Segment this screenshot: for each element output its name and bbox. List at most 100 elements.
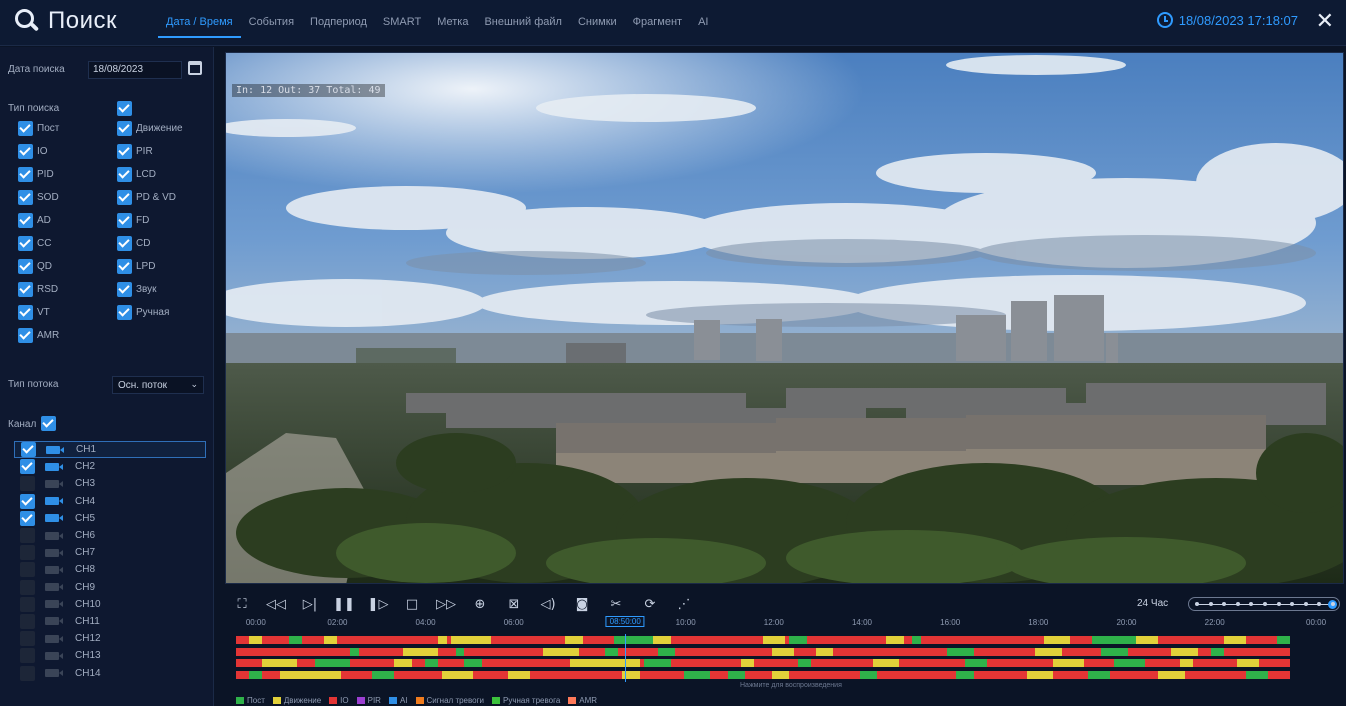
- checkbox[interactable]: [117, 236, 132, 251]
- checkbox[interactable]: [18, 259, 33, 274]
- pause-icon[interactable]: ❚❚: [327, 592, 361, 616]
- channel-checkbox[interactable]: [20, 459, 35, 475]
- tab-4[interactable]: SMART: [375, 10, 429, 38]
- checkbox[interactable]: [117, 121, 132, 136]
- close-icon[interactable]: ✕: [1316, 10, 1334, 32]
- timeline-zoom-slider[interactable]: [1188, 597, 1340, 611]
- channel-checkbox[interactable]: [21, 442, 36, 458]
- checkbox[interactable]: [117, 167, 132, 182]
- volume-icon[interactable]: ◁): [531, 592, 565, 616]
- search-type-item[interactable]: Движение: [117, 121, 183, 136]
- stream-type-select[interactable]: Осн. поток ⌄: [112, 376, 204, 394]
- tab-1[interactable]: Дата / Время: [158, 10, 241, 38]
- timeline-track[interactable]: [236, 647, 1290, 656]
- channel-checkbox[interactable]: [20, 665, 35, 681]
- search-date-input[interactable]: 18/08/2023: [88, 61, 182, 79]
- search-type-item[interactable]: LCD: [117, 167, 156, 182]
- fast-forward-icon[interactable]: ▷▷: [429, 592, 463, 616]
- channel-checkbox[interactable]: [20, 648, 35, 664]
- tab-6[interactable]: Внешний файл: [476, 10, 570, 38]
- channel-checkbox[interactable]: [20, 545, 35, 561]
- checkbox[interactable]: [18, 144, 33, 159]
- zoom-icon[interactable]: ⊕: [463, 592, 497, 616]
- channel-row[interactable]: CH4: [14, 493, 206, 510]
- channel-row[interactable]: CH10: [14, 596, 206, 613]
- channel-row[interactable]: CH9: [14, 579, 206, 596]
- tab-2[interactable]: События: [241, 10, 302, 38]
- channel-checkbox[interactable]: [20, 493, 35, 509]
- tab-7[interactable]: Снимки: [570, 10, 625, 38]
- channel-row[interactable]: CH3: [14, 475, 206, 492]
- frame-step-icon[interactable]: ❚▷: [361, 592, 395, 616]
- checkbox[interactable]: [18, 121, 33, 136]
- channel-checkbox[interactable]: [20, 476, 35, 492]
- playback-video[interactable]: In: 12 Out: 37 Total: 49: [225, 52, 1344, 584]
- calendar-icon[interactable]: [188, 61, 202, 75]
- channel-row[interactable]: CH14: [14, 664, 206, 681]
- tab-8[interactable]: Фрагмент: [625, 10, 690, 38]
- tab-3[interactable]: Подпериод: [302, 10, 375, 38]
- search-type-item[interactable]: LPD: [117, 259, 155, 274]
- channel-row[interactable]: CH11: [14, 613, 206, 630]
- channel-row[interactable]: CH7: [14, 544, 206, 561]
- search-type-item[interactable]: RSD: [18, 282, 58, 297]
- channel-row[interactable]: CH8: [14, 561, 206, 578]
- checkbox[interactable]: [117, 213, 132, 228]
- search-type-item[interactable]: Ручная: [117, 305, 169, 320]
- search-type-item[interactable]: QD: [18, 259, 52, 274]
- split-screen-icon[interactable]: ⊠: [497, 592, 531, 616]
- channel-row[interactable]: CH13: [14, 647, 206, 664]
- search-type-item[interactable]: AMR: [18, 328, 59, 343]
- tab-5[interactable]: Метка: [429, 10, 476, 38]
- search-type-item[interactable]: CC: [18, 236, 51, 251]
- search-type-item[interactable]: VT: [18, 305, 50, 320]
- tab-9[interactable]: AI: [690, 10, 716, 38]
- checkbox[interactable]: [117, 305, 132, 320]
- clip-icon[interactable]: ✂: [599, 592, 633, 616]
- search-type-item[interactable]: SOD: [18, 190, 59, 205]
- channel-checkbox[interactable]: [20, 613, 35, 629]
- checkbox[interactable]: [18, 213, 33, 228]
- timeline[interactable]: 00:00 02:00 04:00 06:00 10:00 12:00 14:00 16:00…: [232, 616, 1342, 689]
- search-type-item[interactable]: FD: [117, 213, 149, 228]
- checkbox[interactable]: [18, 236, 33, 251]
- channel-row[interactable]: CH5: [14, 510, 206, 527]
- channel-checkbox[interactable]: [20, 528, 35, 544]
- search-type-item[interactable]: PD & VD: [117, 190, 176, 205]
- save-icon[interactable]: ⟳: [633, 592, 667, 616]
- checkbox[interactable]: [18, 305, 33, 320]
- timeline-cursor[interactable]: [625, 634, 627, 682]
- channel-checkbox[interactable]: [20, 562, 35, 578]
- channel-row[interactable]: CH6: [14, 527, 206, 544]
- channel-row[interactable]: CH12: [14, 630, 206, 647]
- search-type-item[interactable]: PIR: [117, 144, 153, 159]
- checkbox[interactable]: [18, 167, 33, 182]
- checkbox[interactable]: [117, 144, 132, 159]
- channel-checkbox[interactable]: [20, 596, 35, 612]
- search-type-item[interactable]: PID: [18, 167, 54, 182]
- channel-checkbox[interactable]: [20, 631, 35, 647]
- fullscreen-icon[interactable]: ⛶: [225, 592, 259, 616]
- slow-play-icon[interactable]: ▷|: [293, 592, 327, 616]
- channel-row[interactable]: CH1: [14, 441, 206, 459]
- channel-checkbox[interactable]: [20, 510, 35, 526]
- checkbox[interactable]: [117, 190, 132, 205]
- tag-icon[interactable]: ⋰: [667, 592, 701, 616]
- timeline-track[interactable]: [236, 659, 1290, 667]
- checkbox[interactable]: [117, 259, 132, 274]
- search-type-item[interactable]: Звук: [117, 282, 157, 297]
- search-type-item[interactable]: AD: [18, 213, 51, 228]
- checkbox[interactable]: [18, 190, 33, 205]
- search-type-all-checkbox[interactable]: [117, 101, 132, 116]
- checkbox[interactable]: [18, 328, 33, 343]
- channels-all-checkbox[interactable]: [41, 416, 56, 431]
- channel-row[interactable]: CH2: [14, 458, 206, 475]
- channel-checkbox[interactable]: [20, 579, 35, 595]
- search-type-item[interactable]: Пост: [18, 121, 59, 136]
- rewind-icon[interactable]: ◁◁: [259, 592, 293, 616]
- checkbox[interactable]: [18, 282, 33, 297]
- timeline-track[interactable]: [236, 670, 1290, 679]
- stop-icon[interactable]: □: [395, 592, 429, 616]
- search-type-item[interactable]: CD: [117, 236, 150, 251]
- checkbox[interactable]: [117, 282, 132, 297]
